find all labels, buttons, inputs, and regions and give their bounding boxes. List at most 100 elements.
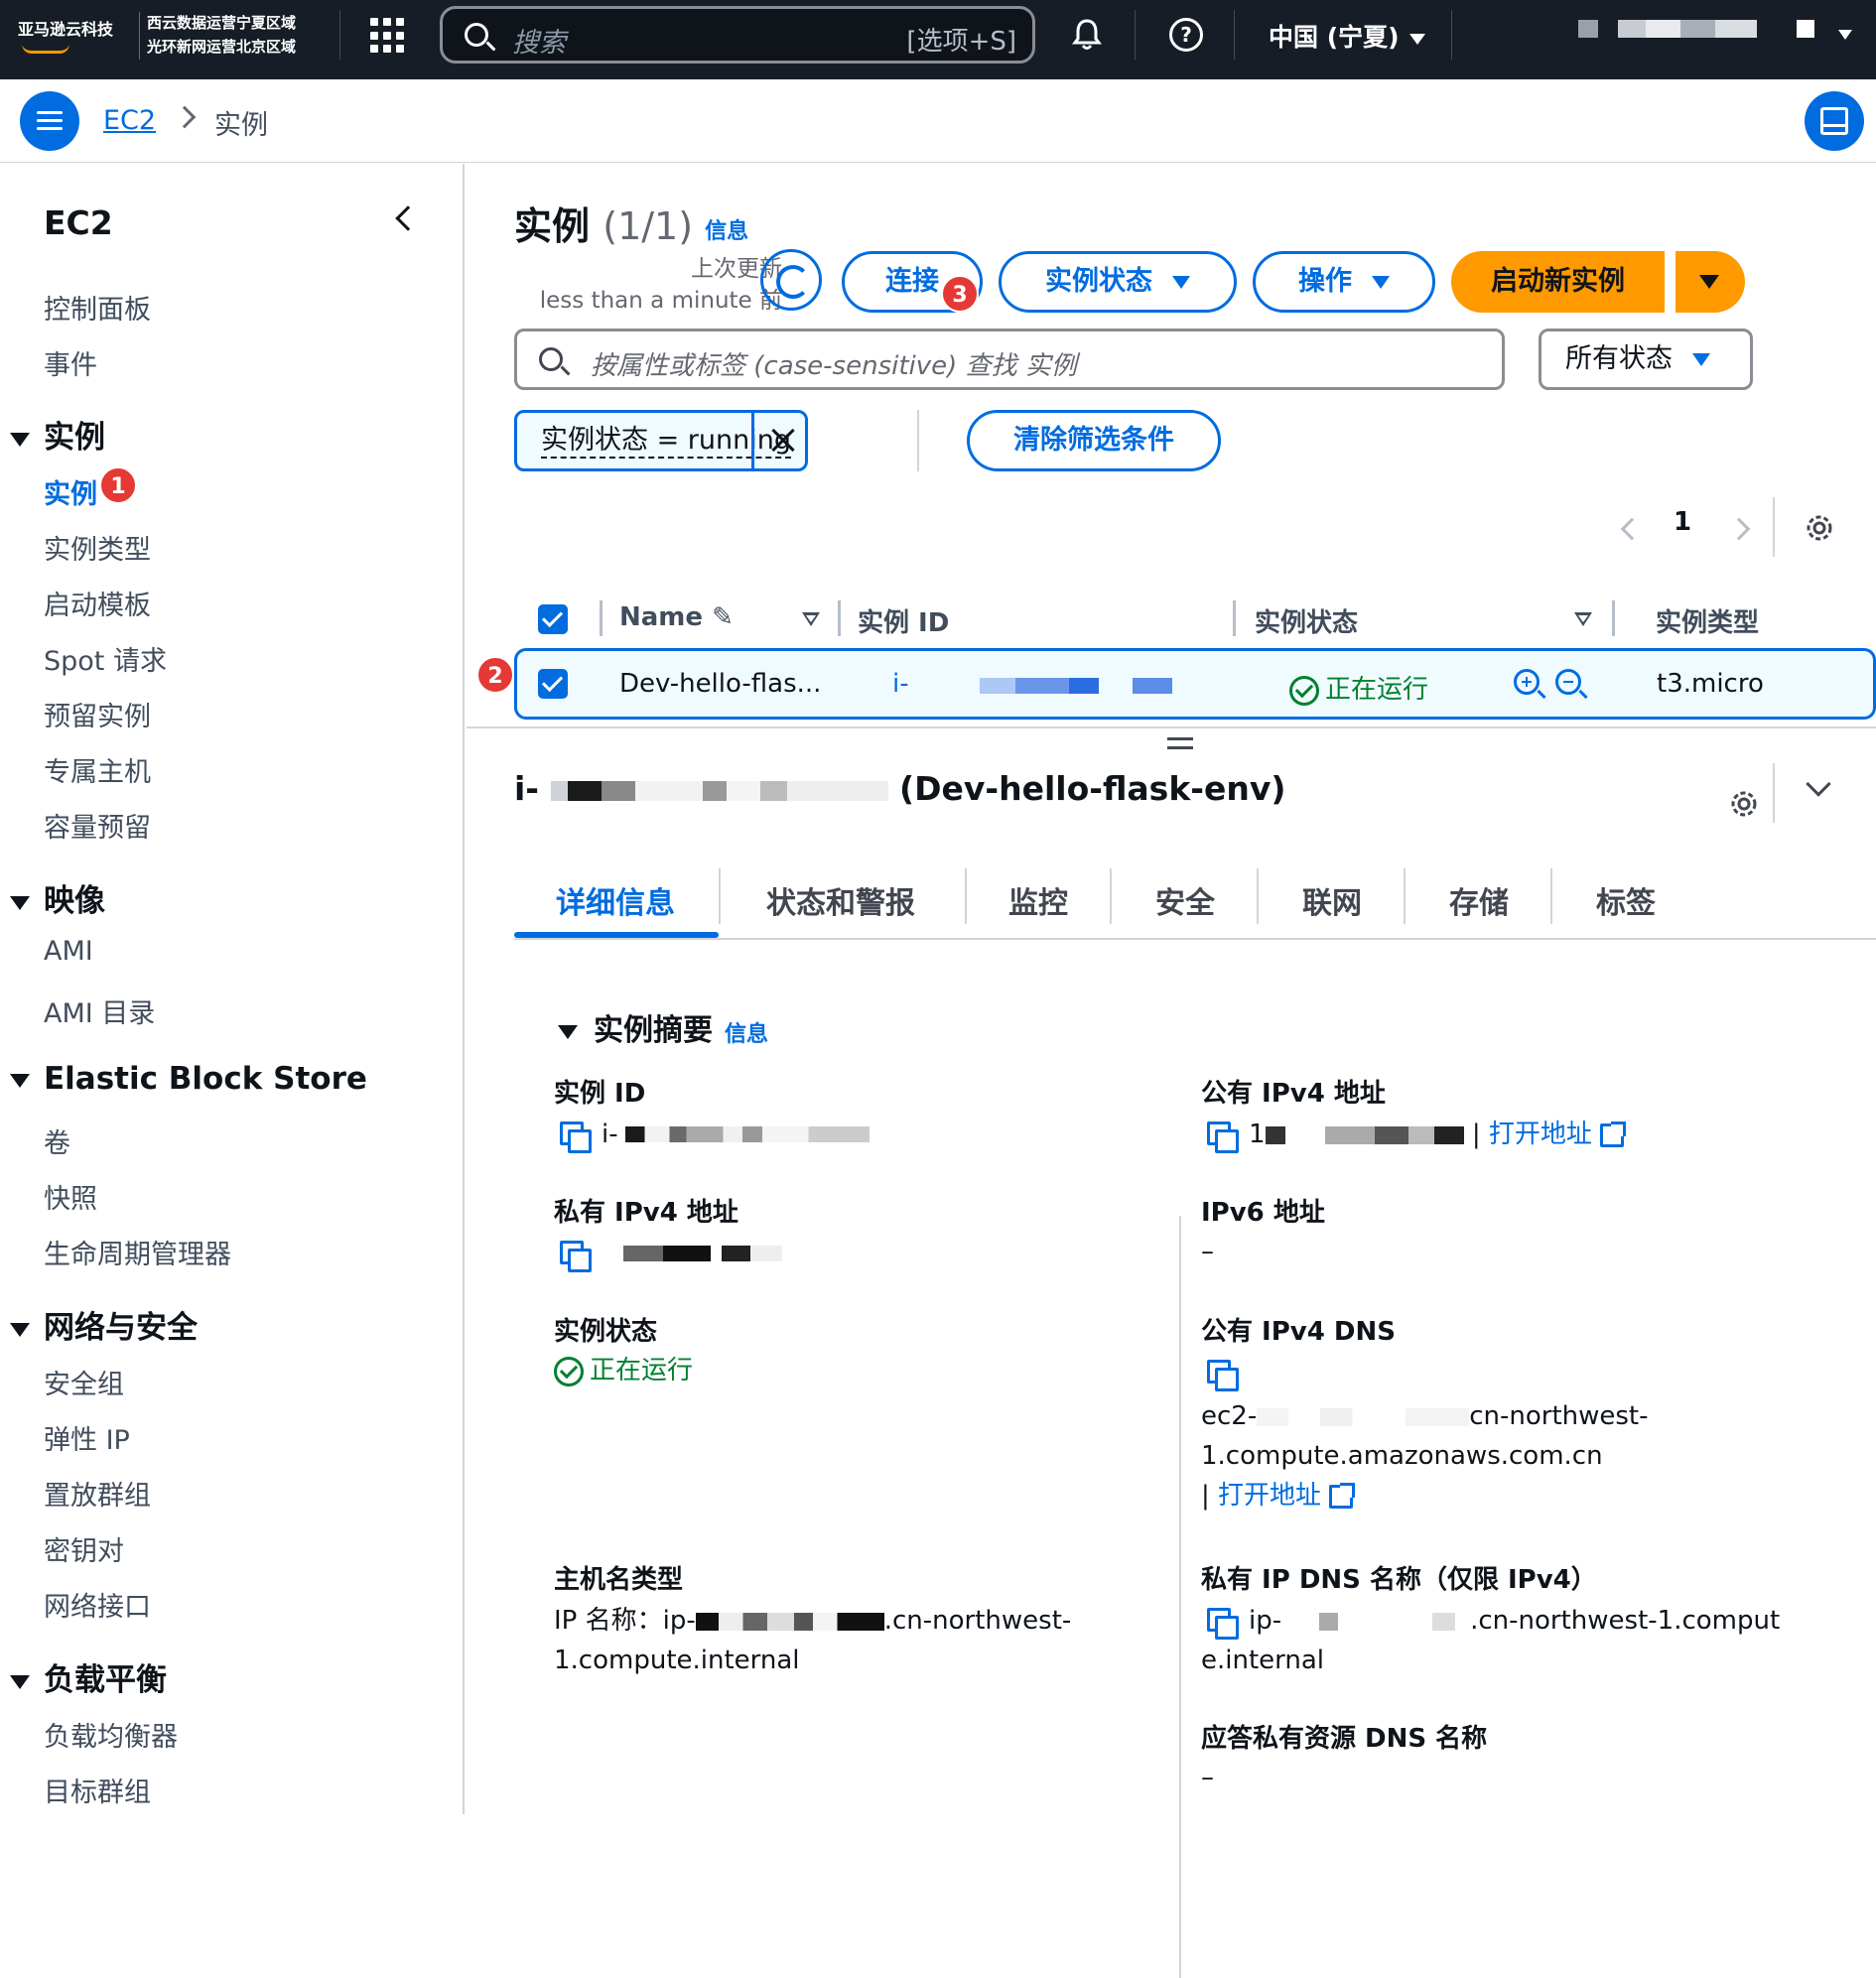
region-selector[interactable]: 中国 (宁夏) (1269, 18, 1425, 54)
sidebar-item-instances[interactable]: 实例 (44, 472, 97, 511)
tab-status-alarms[interactable]: 状态和警报 (766, 878, 915, 922)
sidebar-item-instance-types[interactable]: 实例类型 (44, 528, 151, 567)
user-menu-icon[interactable] (1797, 20, 1814, 38)
copy-icon[interactable] (560, 1121, 592, 1153)
sidebar-item-security-groups[interactable]: 安全组 (44, 1363, 124, 1401)
external-link-icon[interactable] (1599, 1121, 1626, 1147)
collapse-details-icon[interactable] (1806, 771, 1831, 797)
expand-triangle-icon (10, 1674, 30, 1689)
caret-down-icon (1172, 276, 1190, 289)
side-navigation-toggle[interactable] (20, 91, 79, 151)
info-link[interactable]: 信息 (725, 1022, 768, 1047)
launch-instance-button[interactable]: 启动新实例 (1451, 251, 1665, 313)
tab-details[interactable]: 详细信息 (556, 878, 675, 922)
table-preferences-gear-icon[interactable] (1803, 511, 1836, 545)
sidebar-item-dedicated-hosts[interactable]: 专属主机 (44, 750, 151, 789)
launch-instance-dropdown-icon[interactable] (1675, 251, 1745, 313)
status-running-icon (554, 1356, 584, 1386)
sidebar-item-capacity-reservations[interactable]: 容量预留 (44, 806, 151, 845)
sidebar-section-instances[interactable]: 实例 (10, 412, 105, 457)
details-gear-icon[interactable] (1727, 787, 1761, 821)
external-link-icon[interactable] (1329, 1482, 1356, 1509)
previous-page-icon[interactable] (1620, 517, 1644, 541)
refresh-icon[interactable] (760, 249, 822, 311)
column-header-instance-type[interactable]: 实例类型 (1656, 602, 1759, 639)
region-label: 中国 (宁夏) (1269, 23, 1400, 52)
resize-handle-icon[interactable] (1167, 737, 1193, 749)
private-dns-value: ip- .cn-northwest-1.comput (1207, 1601, 1780, 1641)
sidebar-item-launch-templates[interactable]: 启动模板 (44, 584, 151, 622)
sidebar-item-load-balancers[interactable]: 负载均衡器 (44, 1715, 178, 1754)
copy-icon[interactable] (1207, 1359, 1239, 1391)
zoom-out-icon[interactable] (1555, 669, 1581, 695)
current-page[interactable]: 1 (1674, 507, 1691, 537)
sidebar-item-spot-requests[interactable]: Spot 请求 (44, 639, 167, 678)
row-checkbox[interactable] (538, 669, 568, 699)
column-header-instance-state[interactable]: 实例状态 (1255, 602, 1358, 639)
sidebar-item-target-groups[interactable]: 目标群组 (44, 1771, 151, 1809)
next-page-icon[interactable] (1727, 517, 1751, 541)
breadcrumb-ec2-link[interactable]: EC2 (103, 105, 156, 136)
column-header-name[interactable]: Name ✎ (619, 602, 734, 632)
help-panel-toggle-icon[interactable] (1805, 91, 1864, 151)
brand-logo[interactable]: 亚马逊云科技 (18, 16, 113, 40)
sidebar-section-ebs[interactable]: Elastic Block Store (10, 1061, 367, 1097)
instance-id-link[interactable]: i- (892, 669, 909, 699)
tab-monitoring[interactable]: 监控 (1008, 878, 1068, 922)
clear-filters-button[interactable]: 清除筛选条件 (967, 410, 1221, 471)
info-link[interactable]: 信息 (705, 219, 748, 244)
sidebar-item-key-pairs[interactable]: 密钥对 (44, 1529, 124, 1568)
sidebar-item-reserved-instances[interactable]: 预留实例 (44, 695, 151, 733)
side-navigation-title[interactable]: EC2 (44, 203, 113, 242)
sidebar-item-ami-catalog[interactable]: AMI 目录 (44, 991, 155, 1030)
chevron-right-icon (173, 105, 197, 129)
top-navigation-bar: 亚马逊云科技 西云数据运营宁夏区域 光环新网运营北京区域 搜索 [选项+S] ?… (0, 0, 1876, 79)
state-filter-select[interactable]: 所有状态 (1539, 329, 1753, 390)
open-address-link[interactable]: 打开地址 (1489, 1120, 1592, 1149)
copy-icon[interactable] (1207, 1607, 1239, 1640)
zoom-in-icon[interactable] (1514, 669, 1540, 695)
sidebar-item-snapshots[interactable]: 快照 (44, 1177, 97, 1216)
sidebar-section-load-balancing[interactable]: 负载平衡 (10, 1654, 167, 1699)
tab-security[interactable]: 安全 (1155, 878, 1215, 922)
actions-button[interactable]: 操作 (1253, 251, 1435, 313)
sidebar-item-network-interfaces[interactable]: 网络接口 (44, 1585, 151, 1624)
sidebar-section-network-security[interactable]: 网络与安全 (10, 1302, 198, 1347)
notifications-bell-icon[interactable] (1072, 18, 1102, 52)
instance-filter-input[interactable]: 按属性或标签 (case-sensitive) 查找 实例 (514, 329, 1505, 390)
tab-storage[interactable]: 存储 (1449, 878, 1509, 922)
sidebar-item-events[interactable]: 事件 (44, 343, 97, 382)
redacted-account-name[interactable] (1618, 20, 1757, 38)
services-grid-icon[interactable] (370, 18, 406, 54)
sort-icon[interactable] (802, 612, 820, 626)
select-all-checkbox[interactable] (538, 604, 568, 634)
breadcrumb-current: 实例 (214, 110, 268, 141)
caret-down-icon (1408, 33, 1425, 45)
tab-divider (1404, 868, 1406, 924)
sidebar-item-dashboard[interactable]: 控制面板 (44, 288, 151, 327)
sidebar-item-ami[interactable]: AMI (44, 936, 93, 967)
redacted-instance-id (980, 678, 1099, 694)
global-search-input[interactable]: 搜索 [选项+S] (440, 6, 1035, 64)
column-header-instance-id[interactable]: 实例 ID (858, 602, 949, 639)
instance-state-button[interactable]: 实例状态 (999, 251, 1237, 313)
caret-down-icon[interactable] (1838, 30, 1852, 40)
help-icon[interactable]: ? (1169, 18, 1203, 52)
sort-icon[interactable] (1574, 612, 1592, 626)
sidebar-item-volumes[interactable]: 卷 (44, 1121, 70, 1160)
collapse-sidebar-icon[interactable] (395, 205, 421, 231)
tab-tags[interactable]: 标签 (1596, 878, 1656, 922)
instance-summary-header[interactable]: 实例摘要 信息 (558, 1005, 768, 1049)
sidebar-item-elastic-ip[interactable]: 弹性 IP (44, 1418, 130, 1457)
sidebar-item-placement-groups[interactable]: 置放群组 (44, 1474, 151, 1513)
open-address-link[interactable]: 打开地址 (1218, 1481, 1321, 1511)
copy-icon[interactable] (560, 1240, 592, 1272)
tab-networking[interactable]: 联网 (1302, 878, 1362, 922)
sidebar-section-images[interactable]: 映像 (10, 875, 105, 920)
sidebar-item-lifecycle-manager[interactable]: 生命周期管理器 (44, 1233, 231, 1271)
copy-icon[interactable] (1207, 1121, 1239, 1153)
public-ipv4-value: 1 | 打开地址 (1207, 1115, 1626, 1154)
remove-filter-icon[interactable] (751, 413, 811, 468)
tab-divider (965, 868, 967, 924)
table-row[interactable]: Dev-hello-flas... i- 正在运行 t3.micro (514, 648, 1876, 720)
